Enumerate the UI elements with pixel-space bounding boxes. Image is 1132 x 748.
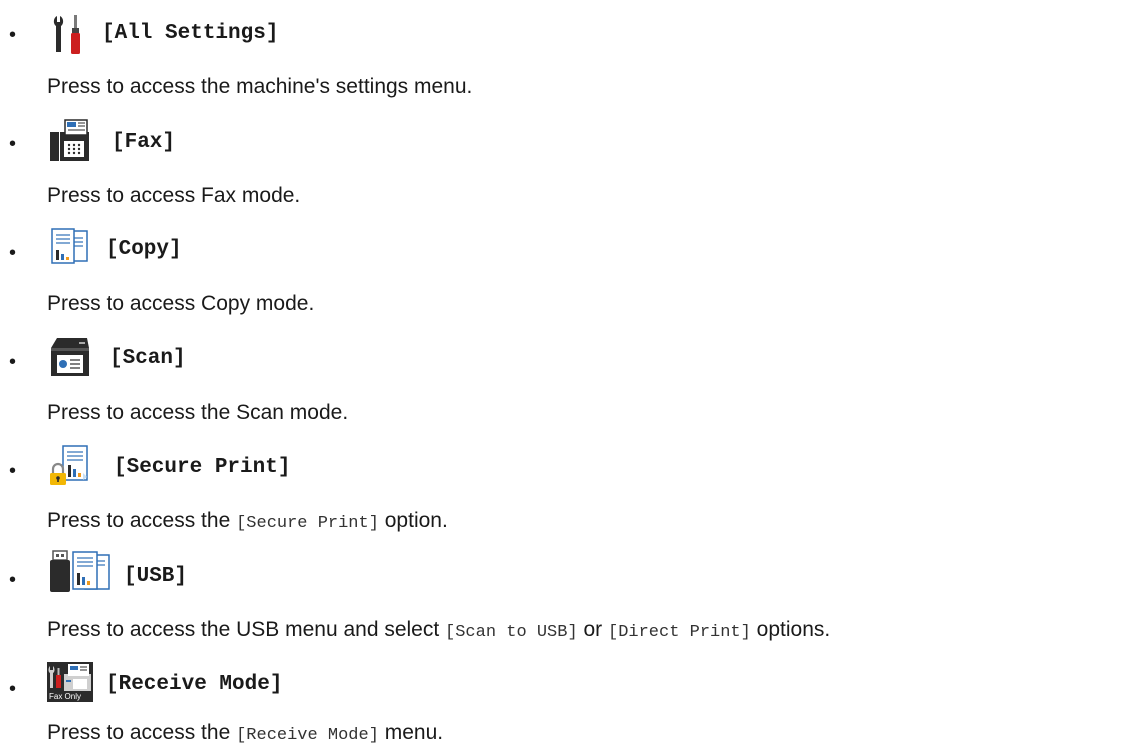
bullet: • — [9, 133, 17, 155]
item-description: Press to access Fax mode. — [47, 184, 301, 207]
item-description: Press to access the [Receive Mode] menu. — [47, 721, 443, 748]
item-label: [All Settings] — [102, 22, 279, 45]
scanner-icon[interactable] — [47, 334, 91, 378]
bullet: • — [9, 460, 17, 482]
desc-code: [Direct Print] — [608, 623, 751, 642]
bullet: • — [9, 569, 17, 591]
desc-code: [Receive Mode] — [236, 726, 379, 745]
copy-documents-icon[interactable] — [47, 226, 91, 270]
desc-code: [Scan to USB] — [445, 623, 578, 642]
item-description: Press to access Copy mode. — [47, 292, 315, 315]
item-label: [Receive Mode] — [106, 673, 283, 696]
desc-text: option. — [378, 509, 448, 532]
item-description: Press to access the Scan mode. — [47, 401, 349, 424]
icon-caption: Fax Only — [49, 692, 82, 701]
item-description: Press to access the USB menu and select … — [47, 618, 830, 645]
item-label: [Scan] — [110, 347, 186, 370]
item-label: [USB] — [124, 565, 188, 588]
bullet: • — [9, 678, 17, 700]
bullet: • — [9, 242, 17, 264]
desc-text: Press to access the — [47, 509, 237, 532]
desc-text: Press to access the — [47, 721, 237, 744]
bullet: • — [9, 351, 17, 373]
desc-code: [Secure Print] — [236, 514, 379, 533]
bullet: • — [9, 24, 17, 46]
fax-machine-icon[interactable] — [47, 118, 91, 162]
desc-text: menu. — [378, 721, 444, 744]
receive-mode-fax-only-icon[interactable]: Fax Only — [47, 662, 93, 702]
item-description: Press to access the machine's settings m… — [47, 75, 473, 98]
item-label: [Copy] — [106, 238, 182, 261]
item-label: [Fax] — [112, 131, 176, 154]
item-description: Press to access the [Secure Print] optio… — [47, 509, 448, 536]
wrench-screwdriver-settings-icon[interactable] — [47, 12, 91, 56]
usb-drive-documents-icon[interactable] — [47, 549, 117, 593]
desc-text: options. — [750, 618, 831, 641]
item-label: [Secure Print] — [114, 456, 291, 479]
secure-print-lock-icon[interactable] — [47, 443, 91, 487]
desc-text: Press to access the USB menu and select — [47, 618, 446, 641]
desc-text: or — [577, 618, 608, 641]
